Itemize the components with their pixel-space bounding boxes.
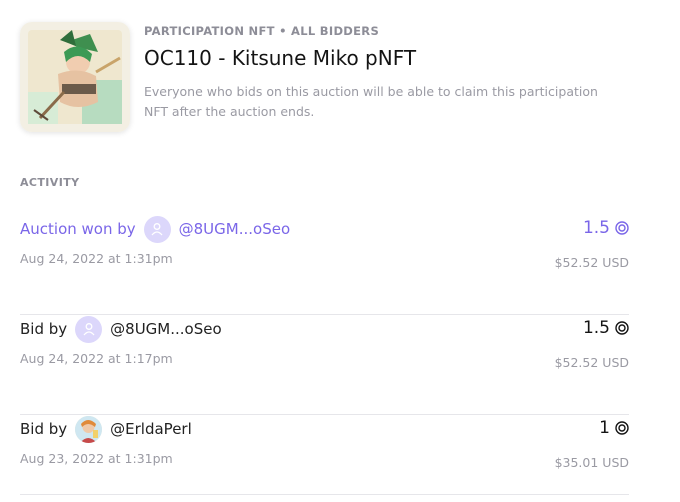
activity-usd-value: $52.52 USD: [554, 355, 629, 370]
nft-overline: PARTICIPATION NFT • ALL BIDDERS: [144, 24, 380, 38]
activity-timestamp: Aug 24, 2022 at 1:31pm: [20, 251, 173, 266]
nft-artwork-image[interactable]: [20, 22, 130, 132]
amount-value: 1.5: [582, 318, 610, 338]
amount-value: 1.5: [582, 218, 610, 238]
default-user-icon[interactable]: [143, 215, 171, 243]
activity-action: Bid by: [20, 420, 68, 438]
activity-amount: 1.5: [583, 218, 629, 238]
activity-row: Auction won by @8UGM...oSeo Aug 24, 2022…: [20, 214, 629, 315]
activity-usd-value: $35.01 USD: [554, 455, 629, 470]
activity-username-link[interactable]: @ErldaPerl: [110, 420, 192, 438]
activity-usd-value: $52.52 USD: [554, 255, 629, 270]
activity-username-link[interactable]: @8UGM...oSeo: [110, 320, 222, 338]
activity-heading: ACTIVITY: [20, 176, 80, 189]
activity-username-link[interactable]: @8UGM...oSeo: [179, 220, 291, 238]
activity-row-line: Bid by @8UGM...oSeo: [20, 314, 222, 344]
activity-action: Bid by: [20, 320, 68, 338]
activity-action: Auction won by: [20, 220, 136, 238]
default-user-icon[interactable]: [75, 315, 103, 343]
activity-amount: 1: [599, 418, 629, 438]
nft-description: Everyone who bids on this auction will b…: [144, 84, 598, 119]
nft-header: PARTICIPATION NFT • ALL BIDDERS OC110 - …: [20, 20, 640, 140]
user-icon: [83, 323, 95, 336]
solana-coin-icon: [615, 321, 629, 335]
user-photo-avatar-image: [75, 415, 103, 443]
nft-title: OC110 - Kitsune Miko pNFT: [144, 46, 417, 70]
activity-timestamp: Aug 23, 2022 at 1:31pm: [20, 451, 173, 466]
amount-value: 1: [599, 418, 610, 438]
user-photo-avatar[interactable]: [75, 415, 103, 443]
activity-row-line: Auction won by @8UGM...oSeo: [20, 214, 290, 244]
activity-row-line: Bid by @ErldaPerl: [20, 414, 192, 444]
nft-artwork-illustration: [20, 22, 130, 132]
user-icon: [151, 223, 163, 236]
activity-amount: 1.5: [583, 318, 629, 338]
activity-timestamp: Aug 24, 2022 at 1:17pm: [20, 351, 173, 366]
activity-row: Bid by @ErldaPerl Aug 23, 2022 at 1:31pm…: [20, 414, 629, 495]
solana-coin-icon: [615, 421, 629, 435]
activity-row: Bid by @8UGM...oSeo Aug 24, 2022 at 1:17…: [20, 314, 629, 415]
solana-coin-icon: [615, 221, 629, 235]
